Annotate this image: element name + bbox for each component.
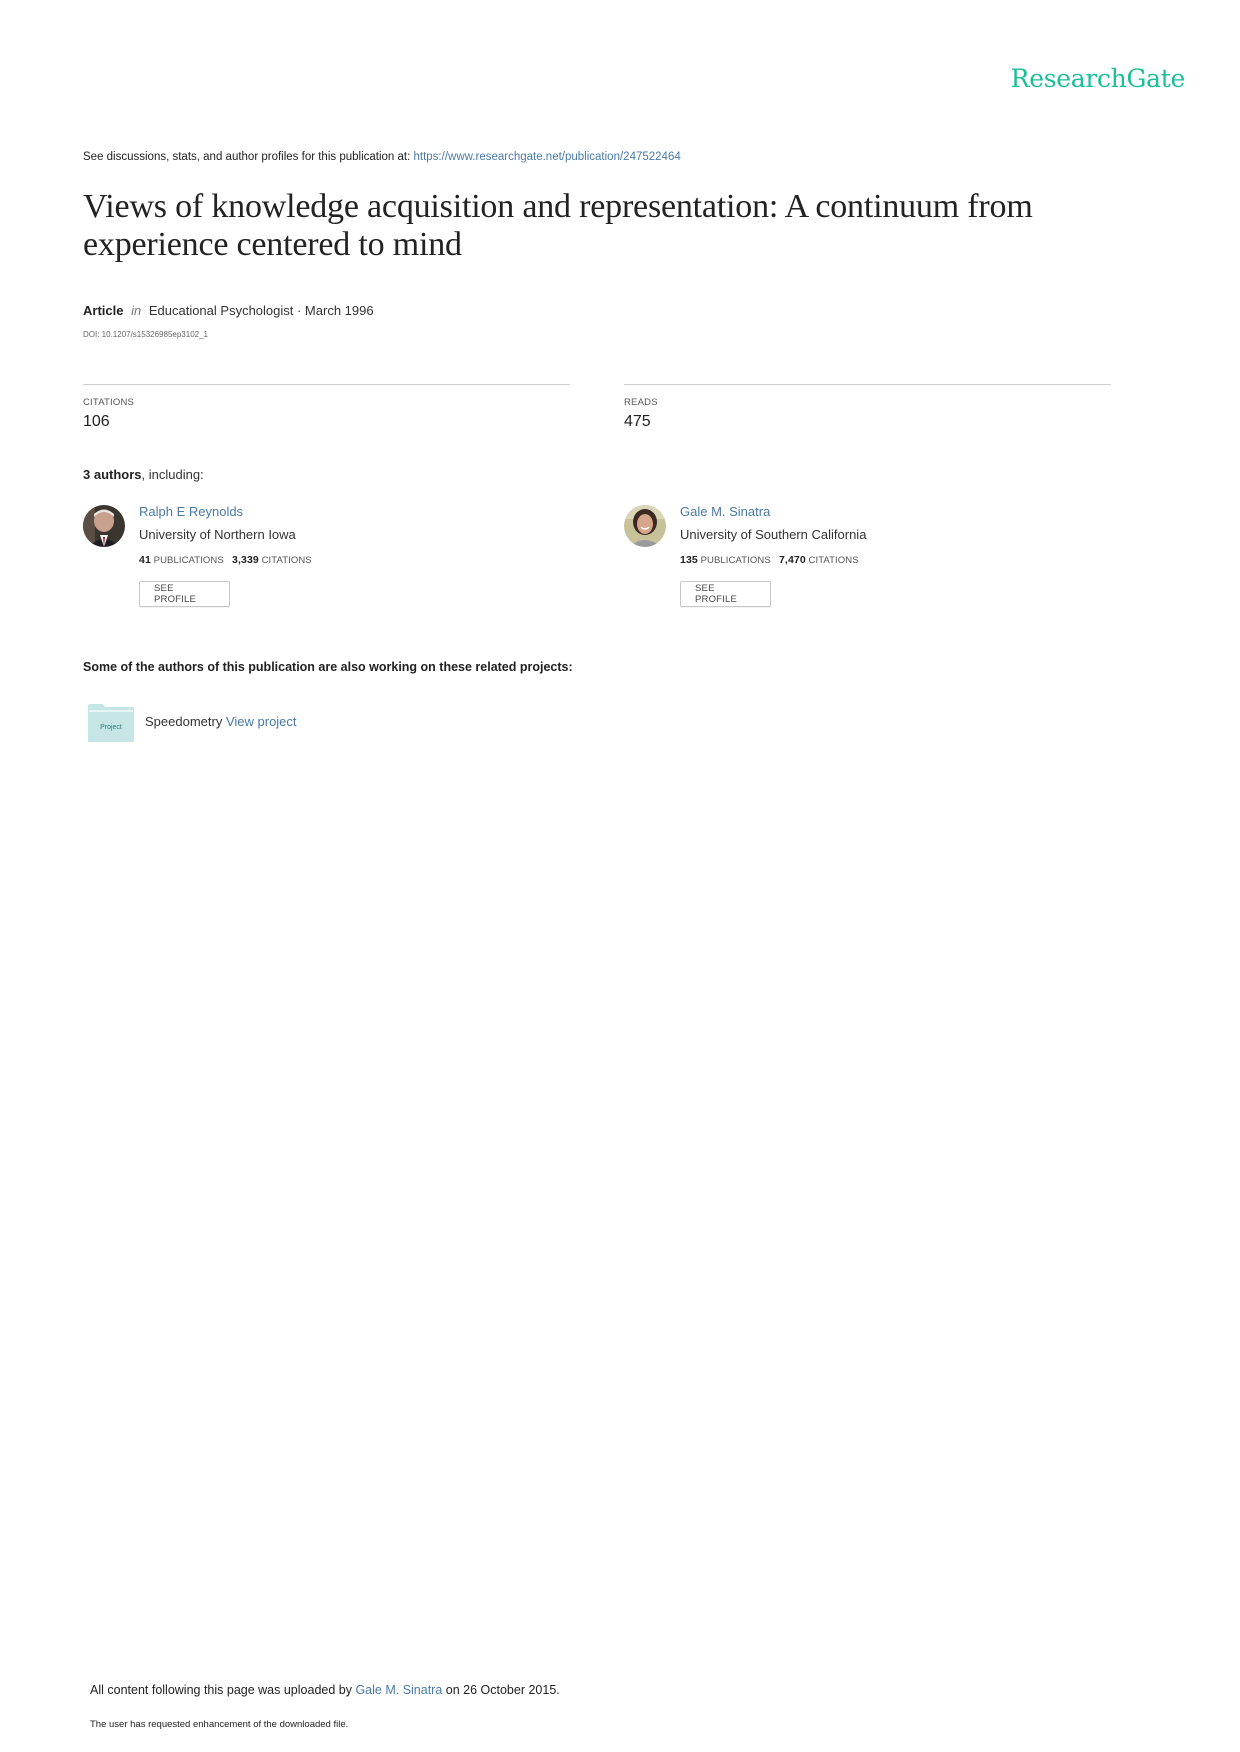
journal-date: Educational Psychologist · March 1996 (148, 303, 374, 318)
author-citations-label: CITATIONS (808, 555, 859, 566)
project-icon-label: Project (100, 724, 122, 731)
author-publications-label: PUBLICATIONS (700, 555, 771, 566)
see-discussions-text: See discussions, stats, and author profi… (83, 151, 414, 163)
author-stats: 135 PUBLICATIONS 7,470 CITATIONS (680, 554, 859, 566)
citations-divider (83, 384, 570, 385)
author-name-link[interactable]: Ralph E Reynolds (139, 504, 243, 519)
publication-title: Views of knowledge acquisition and repre… (83, 188, 1033, 263)
see-profile-button[interactable]: SEE PROFILE (139, 581, 230, 607)
publication-meta: Article in Educational Psychologist · Ma… (83, 303, 374, 318)
publication-url-link[interactable]: https://www.researchgate.net/publication… (414, 151, 681, 163)
reads-divider (624, 384, 1111, 385)
related-projects-heading: Some of the authors of this publication … (83, 660, 573, 674)
citations-label: CITATIONS (83, 397, 135, 408)
author-citations-count: 7,470 (778, 554, 806, 566)
publication-type: Article (83, 303, 124, 318)
avatar-gale-sinatra[interactable] (624, 505, 666, 547)
upload-notice: All content following this page was uplo… (90, 1683, 560, 1697)
reads-label: READS (624, 397, 658, 408)
view-project-link[interactable]: View project (226, 714, 297, 729)
author-affiliation: University of Southern California (680, 527, 867, 542)
author-citations-count: 3,339 (232, 554, 259, 566)
citations-value: 106 (83, 413, 110, 430)
author-citations-label: CITATIONS (261, 555, 312, 566)
author-stats: 41 PUBLICATIONS 3,339 CITATIONS (139, 554, 312, 566)
uploader-link[interactable]: Gale M. Sinatra (355, 1683, 442, 1697)
doi: DOI: 10.1207/s15326985ep3102_1 (83, 330, 208, 339)
researchgate-logo[interactable]: ResearchGate (1011, 64, 1186, 93)
author-publications-count: 41 (139, 554, 151, 566)
authors-count-bold: 3 authors (83, 467, 142, 482)
author-affiliation: University of Northern Iowa (139, 527, 296, 542)
authors-count: 3 authors, including: (83, 467, 204, 482)
project-folder-icon[interactable]: Project (87, 703, 135, 743)
see-profile-button[interactable]: SEE PROFILE (680, 581, 771, 607)
upload-suffix: on 26 October 2015. (442, 1683, 560, 1697)
see-discussions-line: See discussions, stats, and author profi… (83, 151, 681, 163)
author-publications-label: PUBLICATIONS (153, 555, 224, 566)
reads-value: 475 (624, 413, 651, 430)
author-name-link[interactable]: Gale M. Sinatra (680, 504, 770, 519)
enhancement-note: The user has requested enhancement of th… (90, 1719, 349, 1730)
project-item: Speedometry View project (145, 714, 297, 729)
author-photo-icon (83, 505, 125, 547)
upload-prefix: All content following this page was uplo… (90, 1683, 356, 1697)
author-publications-count: 135 (680, 554, 698, 566)
project-name: Speedometry (145, 714, 223, 729)
authors-count-rest: , including: (141, 467, 204, 482)
in-word: in (131, 303, 142, 318)
avatar-ralph-reynolds[interactable] (83, 505, 125, 547)
author-photo-icon (624, 505, 666, 547)
